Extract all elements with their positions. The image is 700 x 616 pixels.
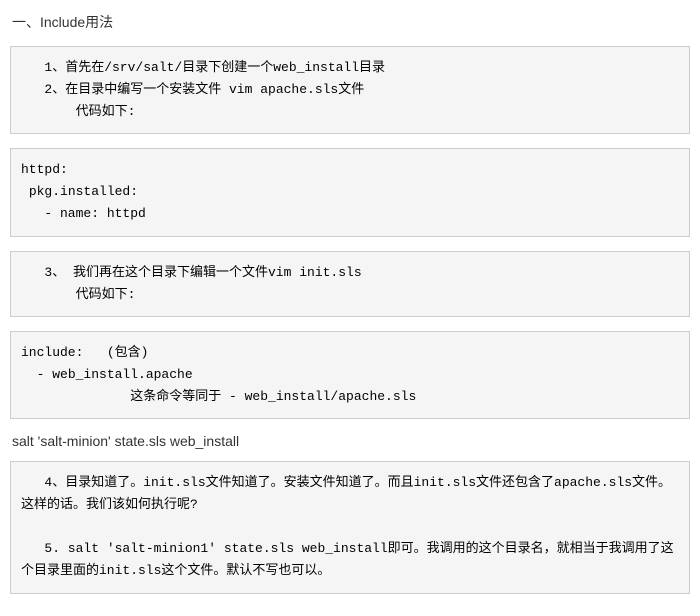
code-block-httpd: httpd: pkg.installed: - name: httpd [10,148,690,236]
instruction-block-3: 3、 我们再在这个目录下编辑一个文件vim init.sls 代码如下: [10,251,690,317]
instruction-block-5: 4、目录知道了。init.sls文件知道了。安装文件知道了。而且init.sls… [10,461,690,593]
section-heading: 一、Include用法 [12,12,690,32]
code-block-include: include: (包含) - web_install.apache 这条命令等… [10,331,690,419]
command-line: salt 'salt-minion' state.sls web_install [12,433,690,449]
instruction-block-1: 1、首先在/srv/salt/目录下创建一个web_install目录 2、在目… [10,46,690,134]
